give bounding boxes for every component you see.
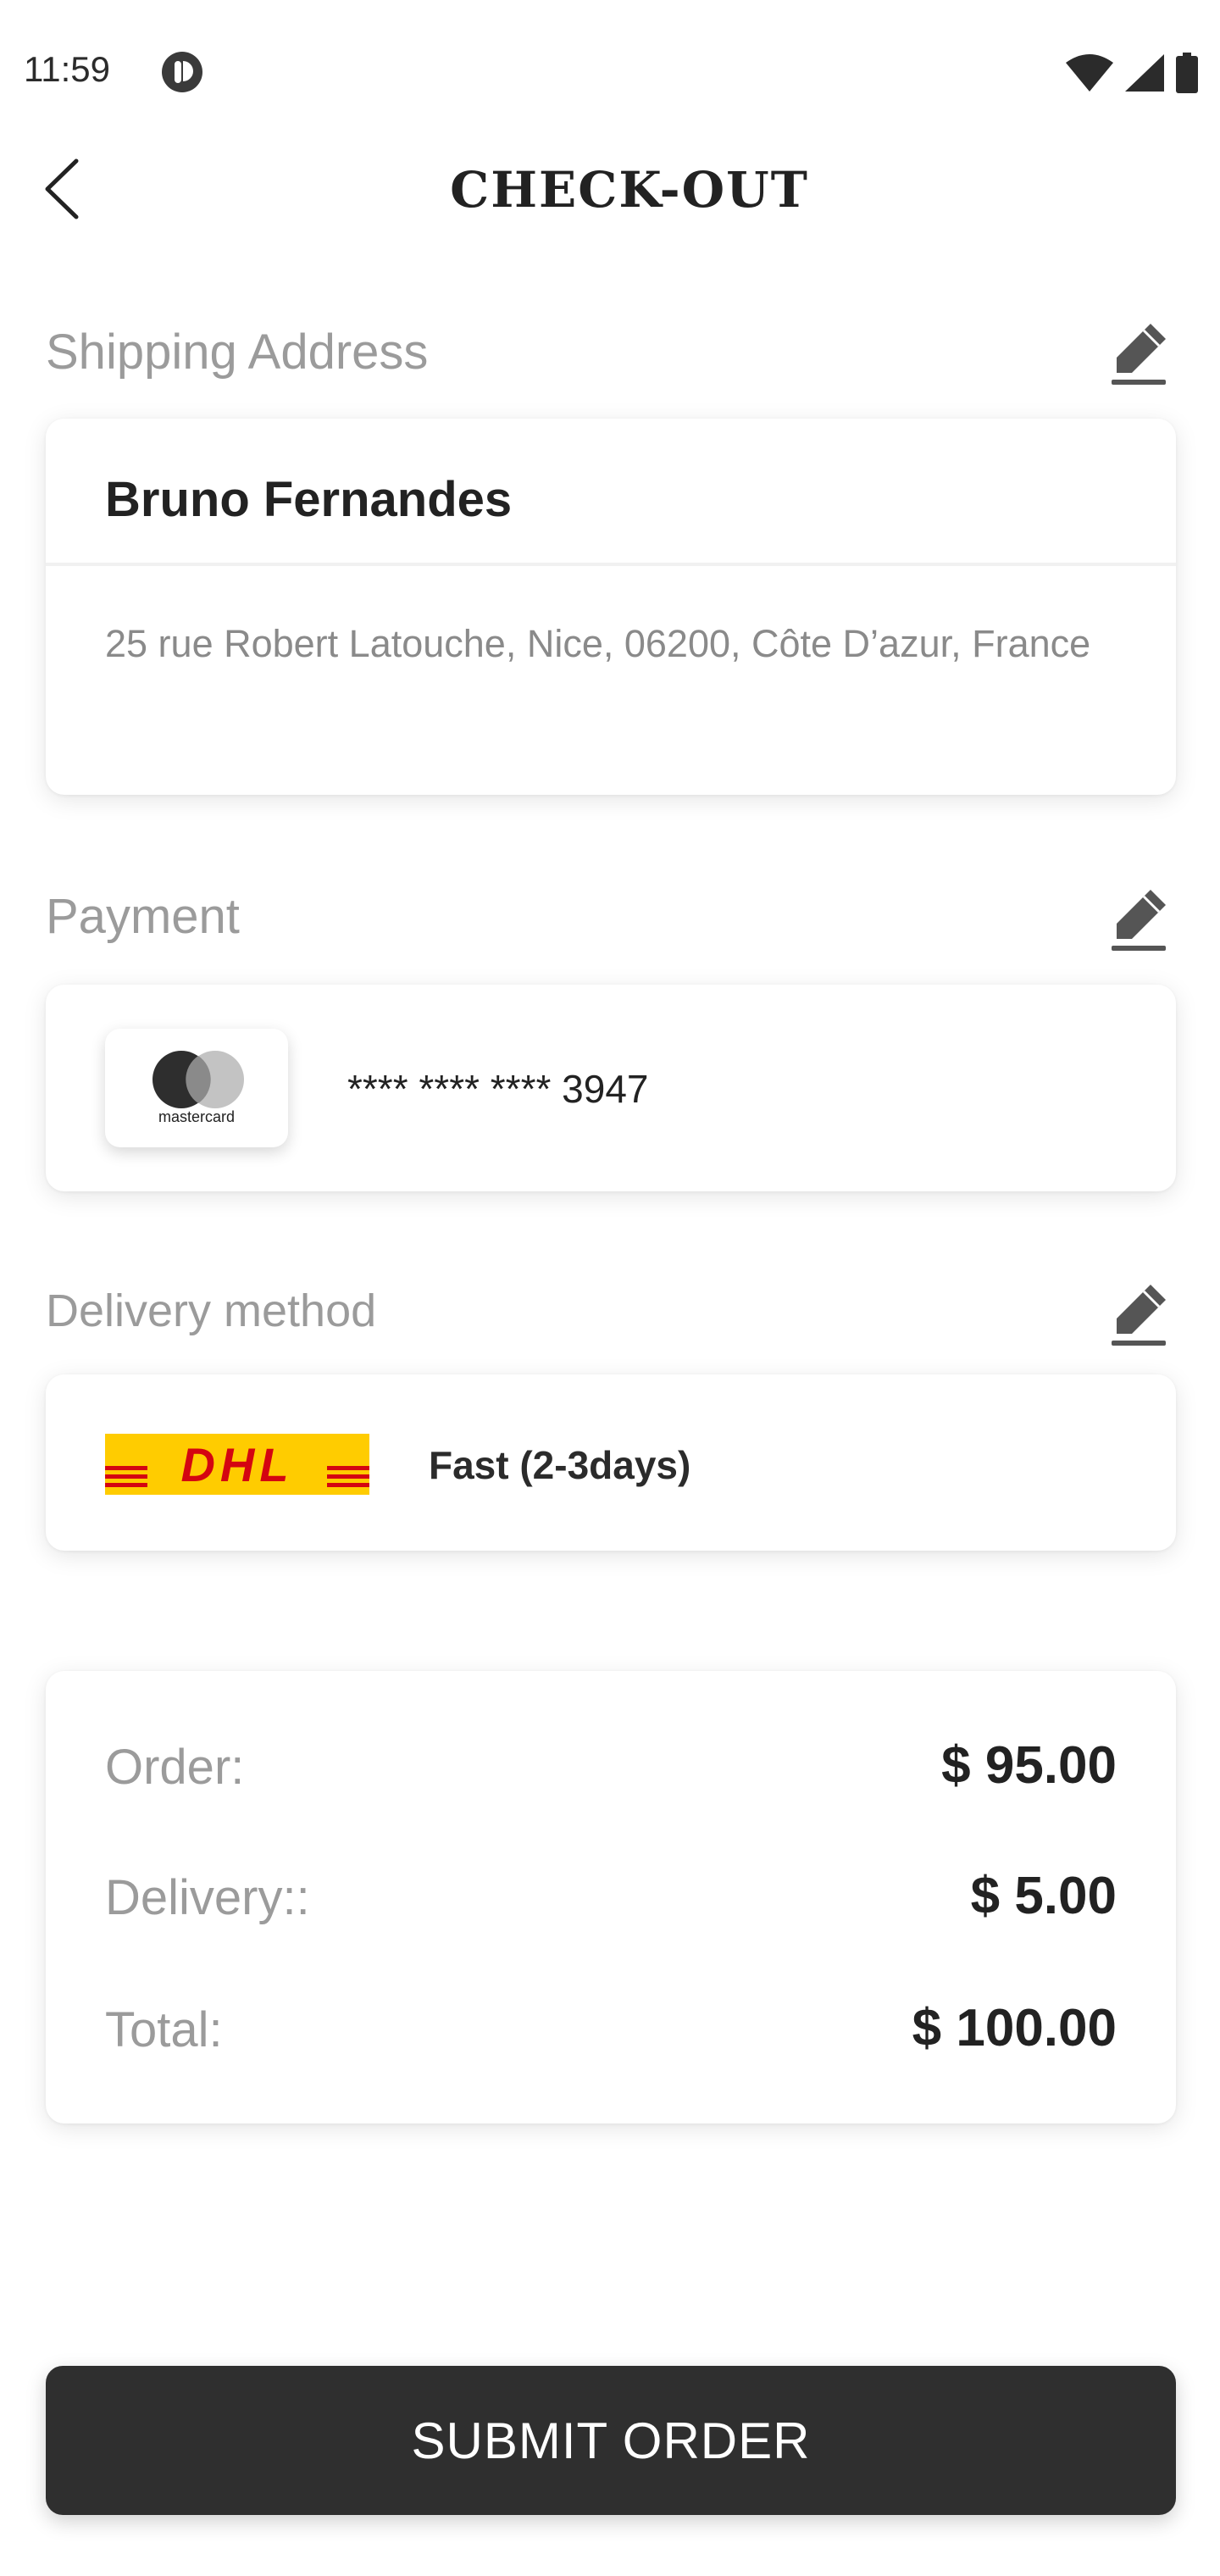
shipping-section-label: Shipping Address bbox=[46, 325, 429, 380]
edit-delivery-button[interactable] bbox=[1110, 1281, 1171, 1349]
shipping-address-text: 25 rue Robert Latouche, Nice, 06200, Côt… bbox=[105, 622, 1091, 665]
mastercard-wordmark: mastercard bbox=[158, 1108, 236, 1125]
summary-value-delivery: $ 5.00 bbox=[970, 1867, 1117, 1925]
dhl-logo: DHL bbox=[105, 1434, 369, 1495]
edit-payment-button[interactable] bbox=[1110, 886, 1171, 954]
signal-icon bbox=[1125, 54, 1164, 92]
shipping-address-card[interactable]: Bruno Fernandes 25 rue Robert Latouche, … bbox=[46, 419, 1176, 795]
masked-card-number: **** **** **** 3947 bbox=[347, 1067, 649, 1111]
payment-card[interactable]: mastercard **** **** **** 3947 bbox=[46, 985, 1176, 1191]
dhl-wordmark: DHL bbox=[180, 1438, 293, 1491]
summary-label-total: Total: bbox=[105, 2002, 223, 2057]
summary-label-order: Order: bbox=[105, 1740, 245, 1795]
status-time: 11:59 bbox=[24, 49, 110, 89]
mastercard-logo: mastercard bbox=[105, 1029, 288, 1147]
summary-value-order: $ 95.00 bbox=[941, 1736, 1117, 1795]
pencil-icon bbox=[1112, 890, 1166, 951]
delivery-section-label: Delivery method bbox=[46, 1285, 377, 1336]
delivery-option-text: Fast (2-3days) bbox=[429, 1443, 691, 1487]
payment-section-label: Payment bbox=[46, 889, 240, 944]
recipient-name: Bruno Fernandes bbox=[105, 472, 513, 527]
delivery-method-card[interactable]: DHL Fast (2-3days) bbox=[46, 1374, 1176, 1551]
page-title: CHECK-OUT bbox=[0, 161, 1220, 219]
page-title-text: CHECK-OUT bbox=[450, 161, 809, 219]
status-icons bbox=[1066, 53, 1198, 93]
pencil-icon bbox=[1112, 1285, 1166, 1346]
card-divider bbox=[46, 563, 1176, 566]
summary-value-total: $ 100.00 bbox=[912, 1999, 1117, 2057]
edit-shipping-button[interactable] bbox=[1110, 320, 1171, 388]
app-notification-icon bbox=[161, 51, 203, 93]
submit-order-button[interactable]: SUBMIT ORDER bbox=[46, 2366, 1176, 2515]
order-summary-card: Order: $ 95.00 Delivery:: $ 5.00 Total: … bbox=[46, 1671, 1176, 2124]
battery-icon bbox=[1176, 53, 1198, 93]
summary-label-delivery: Delivery:: bbox=[105, 1870, 310, 1925]
wifi-icon bbox=[1066, 54, 1113, 92]
pencil-icon bbox=[1112, 324, 1166, 385]
